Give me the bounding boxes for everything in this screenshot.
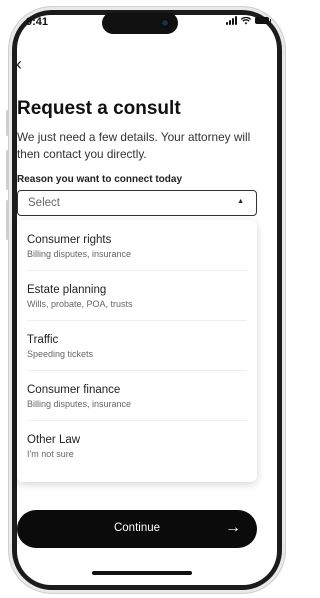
option-traffic[interactable]: Traffic Speeding tickets [27,320,247,371]
option-title: Consumer rights [27,234,112,246]
option-title: Estate planning [27,284,107,296]
status-time: 9:41 [26,16,49,28]
option-subtitle: Wills, probate, POA, trusts [27,299,133,309]
battery-icon [255,17,271,24]
option-other-law[interactable]: Other Law I'm not sure [27,420,247,470]
reason-select[interactable]: Select ▲ [17,190,257,216]
option-title: Other Law [27,434,81,446]
option-title: Traffic [27,334,59,346]
dynamic-island [102,12,178,34]
side-button [6,150,9,190]
arrow-right-icon: → [225,519,241,536]
select-value: Select [28,197,60,209]
reason-dropdown: Consumer rights Billing disputes, insura… [17,220,257,482]
status-icons [226,16,271,25]
option-estate-planning[interactable]: Estate planning Wills, probate, POA, tru… [27,270,247,321]
side-button [6,200,9,240]
signal-icon [226,16,237,25]
option-consumer-finance[interactable]: Consumer finance Billing disputes, insur… [27,370,247,421]
continue-label: Continue [113,522,161,534]
camera-icon [160,18,170,28]
continue-button[interactable]: Continue → [17,510,257,548]
option-subtitle: Billing disputes, insurance [27,399,132,409]
page-title: Request a consult [17,98,181,119]
page-description: We just need a few details. Your attorne… [17,130,251,161]
caret-up-icon: ▲ [237,198,244,205]
option-subtitle: I'm not sure [27,449,74,459]
home-indicator [92,571,192,575]
option-consumer-rights[interactable]: Consumer rights Billing disputes, insura… [27,220,247,271]
option-subtitle: Speeding tickets [27,349,94,359]
side-button [6,110,9,136]
option-subtitle: Billing disputes, insurance [27,249,132,259]
wifi-icon [241,16,251,24]
option-title: Consumer finance [27,384,121,396]
chevron-left-icon[interactable]: ‹ [16,54,36,74]
reason-label: Reason you want to connect today [17,174,183,185]
status-bar: 9:41 [0,0,287,40]
